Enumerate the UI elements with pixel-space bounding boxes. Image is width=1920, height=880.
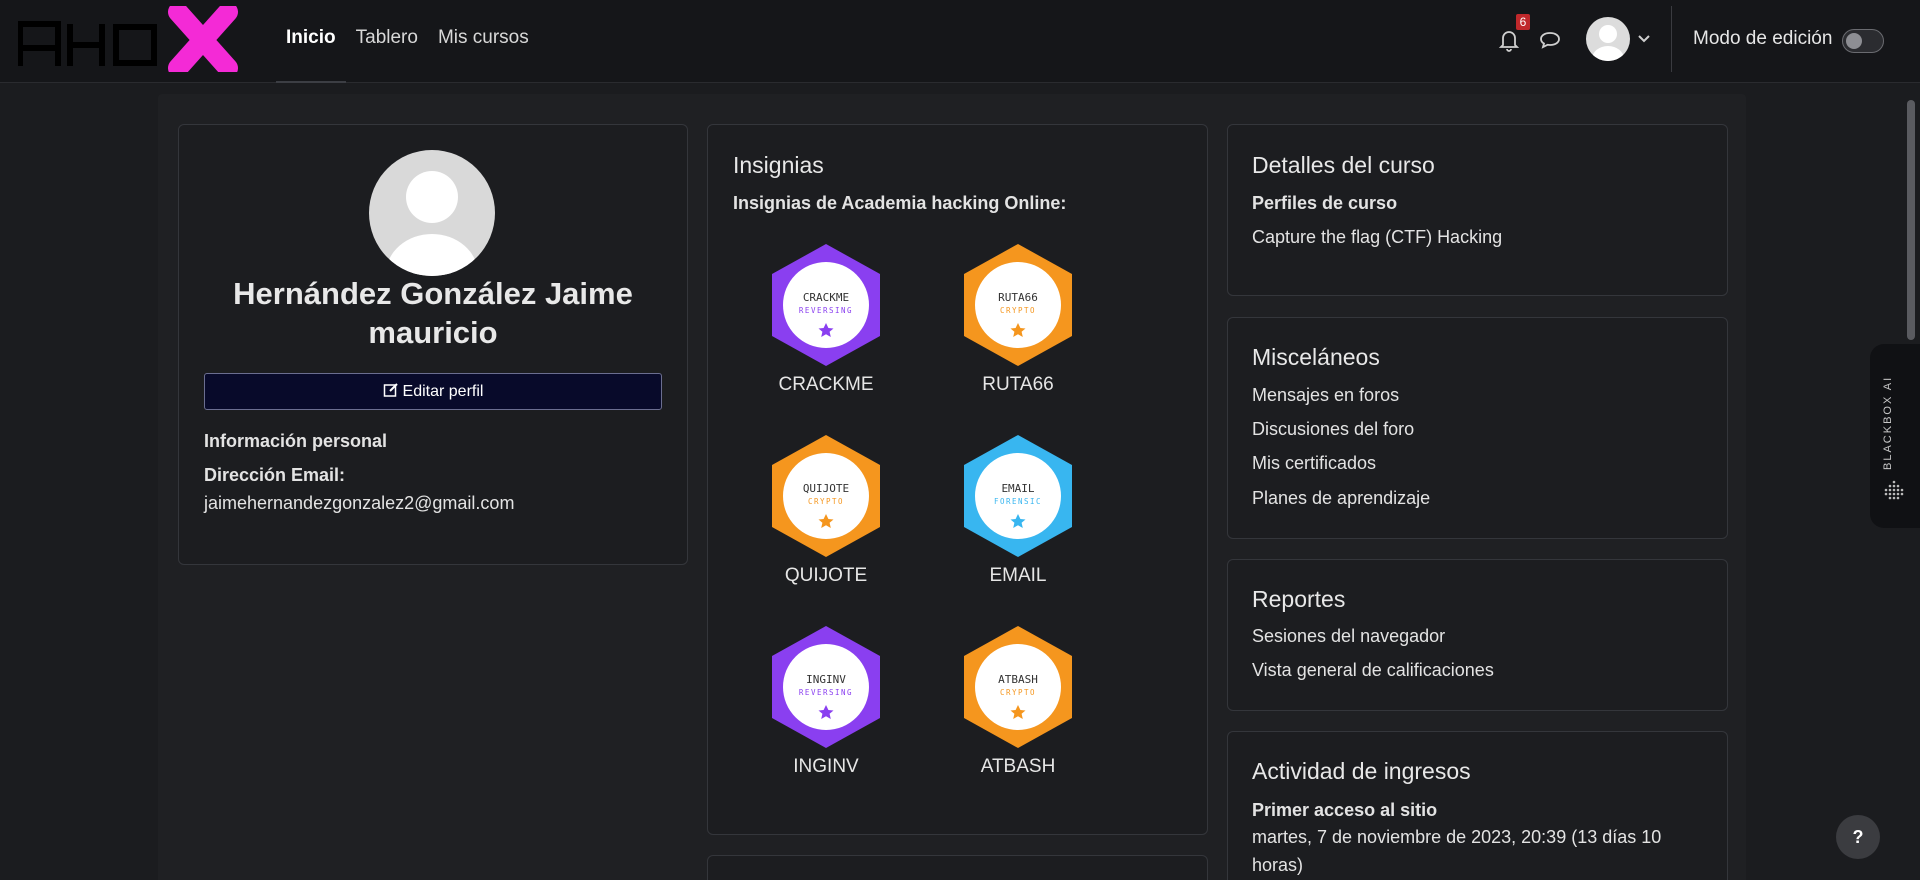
blackbox-logo-icon: [1884, 480, 1904, 500]
badge-category-text: FORENSIC: [994, 497, 1042, 506]
badge-emblem-text: EMAIL: [1001, 482, 1034, 495]
badge-hexagon-icon: QUIJOTE CRYPTO: [772, 435, 880, 557]
help-button[interactable]: ?: [1836, 815, 1880, 859]
email-label: Dirección Email:: [204, 465, 346, 485]
chevron-down-icon[interactable]: [1637, 33, 1651, 45]
blackbox-ai-label: BLACKBOX AI: [1882, 375, 1894, 470]
misc-link-forum-discussions[interactable]: Discusiones del foro: [1252, 419, 1414, 440]
user-silhouette-icon: [1592, 25, 1624, 61]
reports-link-browser-sessions[interactable]: Sesiones del navegador: [1252, 626, 1445, 647]
badge-emblem-text: CRACKME: [803, 291, 849, 304]
misc-link-learning-plans[interactable]: Planes de aprendizaje: [1252, 488, 1430, 509]
edit-icon: [383, 383, 398, 397]
badge-label: EMAIL: [989, 565, 1047, 586]
badge-emblem-text: INGINV: [806, 673, 846, 686]
course-profiles-heading: Perfiles de curso: [1252, 193, 1398, 213]
bell-icon[interactable]: [1497, 28, 1521, 52]
second-card-partial: [707, 855, 1208, 880]
first-access-label: Primer acceso al sitio: [1252, 800, 1438, 820]
badge-category-text: CRYPTO: [1000, 306, 1036, 315]
nav-inicio[interactable]: Inicio: [276, 0, 346, 83]
misc-link-certificates[interactable]: Mis certificados: [1252, 453, 1376, 474]
nav-divider: [1671, 6, 1672, 72]
badge-hexagon-icon: RUTA66 CRYPTO: [964, 244, 1072, 366]
badges-subtitle: Insignias de Academia hacking Online:: [733, 193, 1067, 213]
site-logo[interactable]: [18, 6, 242, 72]
badge-category-text: CRYPTO: [1000, 688, 1036, 697]
course-link[interactable]: Capture the flag (CTF) Hacking: [1252, 227, 1502, 248]
user-silhouette-icon: [386, 171, 478, 276]
badge-category-text: CRYPTO: [808, 497, 844, 506]
badge-item[interactable]: INGINV REVERSING INGINV: [746, 624, 906, 784]
login-activity-title: Actividad de ingresos: [1252, 758, 1471, 784]
badge-emblem-text: ATBASH: [998, 673, 1038, 686]
chat-icon[interactable]: [1538, 28, 1562, 52]
badge-label: INGINV: [793, 756, 859, 777]
badge-emblem-text: RUTA66: [998, 291, 1038, 304]
badge-item[interactable]: EMAIL FORENSIC EMAIL: [938, 433, 1098, 593]
badge-hexagon-icon: EMAIL FORENSIC: [964, 435, 1072, 557]
badge-label: QUIJOTE: [784, 565, 868, 586]
top-navbar: Inicio Tablero Mis cursos 6 Modo de edic…: [0, 0, 1920, 83]
email-value: jaimehernandezgonzalez2@gmail.com: [204, 493, 515, 513]
first-access-value: martes, 7 de noviembre de 2023, 20:39 (1…: [1252, 827, 1662, 875]
edit-profile-button[interactable]: Editar perfil: [204, 373, 662, 410]
profile-name: Hernández González Jaime mauricio: [233, 276, 633, 350]
badge-item[interactable]: RUTA66 CRYPTO RUTA66: [938, 242, 1098, 402]
badge-emblem-text: QUIJOTE: [803, 482, 849, 495]
badge-label: RUTA66: [982, 374, 1054, 395]
course-details-title: Detalles del curso: [1252, 152, 1435, 178]
badge-category-text: REVERSING: [799, 688, 853, 697]
badge-item[interactable]: QUIJOTE CRYPTO QUIJOTE: [746, 433, 906, 593]
profile-avatar: [369, 150, 495, 276]
user-avatar[interactable]: [1586, 17, 1630, 61]
reports-title: Reportes: [1252, 586, 1346, 612]
edit-mode-toggle[interactable]: [1842, 29, 1884, 53]
badges-title: Insignias: [733, 152, 824, 178]
nav-mis-cursos[interactable]: Mis cursos: [428, 0, 539, 83]
badge-item[interactable]: CRACKME REVERSING CRACKME: [746, 242, 906, 402]
notification-count-badge: 6: [1516, 14, 1530, 30]
badge-category-text: REVERSING: [799, 306, 853, 315]
badge-item[interactable]: ATBASH CRYPTO ATBASH: [938, 624, 1098, 784]
personal-info-heading: Información personal: [204, 431, 388, 451]
reports-link-grades-overview[interactable]: Vista general de calificaciones: [1252, 660, 1494, 681]
misc-link-forum-posts[interactable]: Mensajes en foros: [1252, 385, 1399, 406]
page-scrollbar-thumb[interactable]: [1907, 100, 1915, 340]
edit-profile-label: Editar perfil: [402, 383, 484, 400]
misc-title: Misceláneos: [1252, 344, 1380, 370]
badge-hexagon-icon: CRACKME REVERSING: [772, 244, 880, 366]
badge-hexagon-icon: ATBASH CRYPTO: [964, 626, 1072, 748]
badge-hexagon-icon: INGINV REVERSING: [772, 626, 880, 748]
nav-tablero[interactable]: Tablero: [346, 0, 428, 83]
edit-mode-label: Modo de edición: [1693, 28, 1833, 49]
badge-label: ATBASH: [980, 756, 1056, 777]
badge-label: CRACKME: [778, 374, 874, 395]
